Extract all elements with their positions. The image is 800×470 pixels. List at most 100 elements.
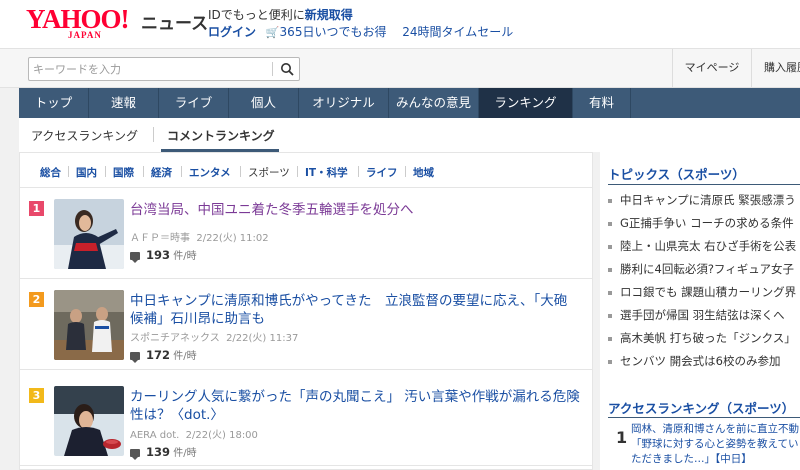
article-thumbnail[interactable]: [54, 199, 124, 269]
access-rank-number: 1: [616, 428, 628, 447]
tab-access-ranking[interactable]: アクセスランキング: [31, 127, 138, 144]
category-it-science[interactable]: IT・科学: [305, 165, 348, 180]
topic-item[interactable]: 勝利に4回転必須?フィギュア女子: [608, 261, 800, 277]
site-header: YAHOO! JAPAN ニュース IDでもっと便利に新規取得 ログイン 🛒36…: [0, 0, 800, 48]
nav-live[interactable]: ライブ: [159, 88, 229, 118]
tab-comment-ranking[interactable]: コメントランキング: [167, 127, 275, 144]
promo-365-link[interactable]: 365日いつでもお得: [280, 25, 387, 39]
id-promo: IDでもっと便利に新規取得: [208, 6, 353, 23]
main-nav: トップ 速報 ライブ 個人 オリジナル みんなの意見 ランキング 有料: [19, 88, 800, 118]
category-local[interactable]: 地域: [413, 165, 434, 180]
category-sports[interactable]: スポーツ: [248, 165, 290, 180]
rank-badge: 2: [29, 292, 44, 307]
nav-original[interactable]: オリジナル: [299, 88, 389, 118]
category-divider: [240, 166, 241, 177]
news-service-name[interactable]: ニュース: [141, 9, 208, 34]
article-date: 2/22(火) 11:37: [226, 333, 299, 344]
topic-item[interactable]: 陸上・山県亮太 右ひざ手術を公表: [608, 238, 800, 254]
topic-item[interactable]: 高木美帆 打ち破った「ジンクス」: [608, 330, 800, 346]
category-divider: [405, 166, 406, 177]
category-all[interactable]: 総合: [40, 165, 61, 180]
yahoo-japan-logo[interactable]: YAHOO! JAPAN: [26, 6, 141, 41]
bullet-icon: [608, 198, 612, 203]
logo-japan: JAPAN: [68, 30, 102, 40]
category-world[interactable]: 国際: [113, 165, 134, 180]
sidebar: トピックス（スポーツ） 中日キャンプに清原氏 緊張感漂う G正捕手争い コーチの…: [600, 152, 800, 470]
curling-photo: [54, 386, 124, 456]
article-headline[interactable]: 中日キャンプに清原和博氏がやってきた 立浪監督の要望に応え、「大砲候補」石川昂に…: [130, 292, 580, 328]
category-divider: [358, 166, 359, 177]
ranking-list-panel: 総合 国内 国際 経済 エンタメ スポーツ IT・科学 ライフ 地域 1 台湾当…: [19, 152, 593, 470]
timesale-link[interactable]: 24時間タイムセール: [402, 25, 513, 39]
topic-text: センバツ 開会式は6校のみ参加: [620, 354, 781, 368]
rank-badge: 3: [29, 388, 44, 403]
article-source: スポニチアネックス: [130, 333, 220, 344]
ranking-item-1[interactable]: 1 台湾当局、中国ユニ着た冬季五輪選手を処分へ ＡＦＰ＝時事 2/22(火) 1…: [20, 189, 592, 279]
register-link[interactable]: 新規取得: [305, 8, 353, 22]
id-promo-text: IDでもっと便利に: [208, 8, 305, 22]
access-title-rule: [608, 417, 800, 418]
topic-item[interactable]: 選手団が帰国 羽生結弦は深くへ: [608, 307, 800, 323]
bullet-icon: [608, 313, 612, 318]
topics-title[interactable]: トピックス（スポーツ）: [608, 164, 745, 183]
comment-count: 193 件/時: [130, 247, 197, 263]
article-date: 2/22(火) 11:02: [196, 233, 269, 244]
ranking-item-2[interactable]: 2 中日キャンプに清原和博氏がやってきた 立浪監督の要望に応え、「大砲候補」石川…: [20, 280, 592, 370]
comment-icon: [130, 252, 140, 263]
category-entertainment[interactable]: エンタメ: [189, 165, 231, 180]
topic-text: 高木美帆 打ち破った「ジンクス」: [620, 331, 796, 345]
ranking-item-3[interactable]: 3 カーリング人気に繋がった「声の丸聞こえ」 汚い言葉や作戦が漏れる危険性は？〈…: [20, 376, 592, 466]
search-box: [28, 57, 300, 81]
baseball-camp-photo: [54, 290, 124, 360]
nav-ranking[interactable]: ランキング: [479, 88, 573, 118]
nav-opinion[interactable]: みんなの意見: [389, 88, 479, 118]
topic-text: ロコ銀でも 課題山積カーリング界: [620, 285, 797, 299]
speed-skater-photo: [54, 199, 124, 269]
ranking-subtabs: アクセスランキング コメントランキング: [19, 118, 800, 152]
category-economy[interactable]: 経済: [151, 165, 172, 180]
access-ranking-item[interactable]: 岡林、清原和博さんを前に直立不動「野球に対する心と姿勢を教えていただきました…」…: [631, 422, 800, 467]
comment-count-unit: 件/時: [173, 351, 197, 362]
search-icon: [281, 63, 294, 76]
article-headline[interactable]: カーリング人気に繋がった「声の丸聞こえ」 汚い言葉や作戦が漏れる危険性は？〈do…: [130, 388, 580, 424]
category-divider: [68, 166, 69, 177]
topic-item[interactable]: ロコ銀でも 課題山積カーリング界: [608, 284, 800, 300]
article-date: 2/22(火) 18:00: [185, 430, 258, 441]
comment-icon: [130, 352, 140, 363]
topic-item[interactable]: 中日キャンプに清原氏 緊張感漂う: [608, 192, 800, 208]
rank-badge: 1: [29, 201, 44, 216]
nav-breaking[interactable]: 速報: [89, 88, 159, 118]
category-domestic[interactable]: 国内: [76, 165, 97, 180]
comment-count-value: 172: [146, 348, 171, 362]
bullet-icon: [608, 290, 612, 295]
topic-item[interactable]: G正捕手争い コーチの求める条件: [608, 215, 800, 231]
comment-count: 139 件/時: [130, 444, 197, 460]
category-filter: 総合 国内 国際 経済 エンタメ スポーツ IT・科学 ライフ 地域: [20, 153, 592, 188]
cart-icon: 🛒: [265, 26, 280, 39]
article-headline[interactable]: 台湾当局、中国ユニ着た冬季五輪選手を処分へ: [130, 201, 580, 219]
topic-text: 陸上・山県亮太 右ひざ手術を公表: [620, 239, 797, 253]
topic-text: 選手団が帰国 羽生結弦は深くへ: [620, 308, 785, 322]
search-button[interactable]: [277, 60, 297, 78]
nav-top[interactable]: トップ: [19, 88, 89, 118]
article-source: ＡＦＰ＝時事: [130, 233, 190, 244]
article-thumbnail[interactable]: [54, 290, 124, 360]
search-divider: [272, 62, 273, 76]
bullet-icon: [608, 359, 612, 364]
category-life[interactable]: ライフ: [366, 165, 398, 180]
topic-text: G正捕手争い コーチの求める条件: [620, 216, 794, 230]
mypage-link[interactable]: マイページ: [672, 49, 752, 87]
search-input[interactable]: [33, 61, 269, 77]
bullet-icon: [608, 244, 612, 249]
purchase-history-link[interactable]: 購入履歴: [764, 49, 800, 87]
nav-individual[interactable]: 個人: [229, 88, 299, 118]
article-meta: AERA dot. 2/22(火) 18:00: [130, 426, 258, 441]
nav-paid[interactable]: 有料: [573, 88, 631, 118]
article-meta: ＡＦＰ＝時事 2/22(火) 11:02: [130, 229, 269, 244]
access-ranking-title[interactable]: アクセスランキング（スポーツ）: [608, 398, 794, 417]
category-divider: [297, 166, 298, 177]
login-link[interactable]: ログイン: [208, 25, 256, 39]
article-thumbnail[interactable]: [54, 386, 124, 456]
topic-text: 勝利に4回転必須?フィギュア女子: [620, 262, 794, 276]
topic-item[interactable]: センバツ 開会式は6校のみ参加: [608, 353, 800, 369]
